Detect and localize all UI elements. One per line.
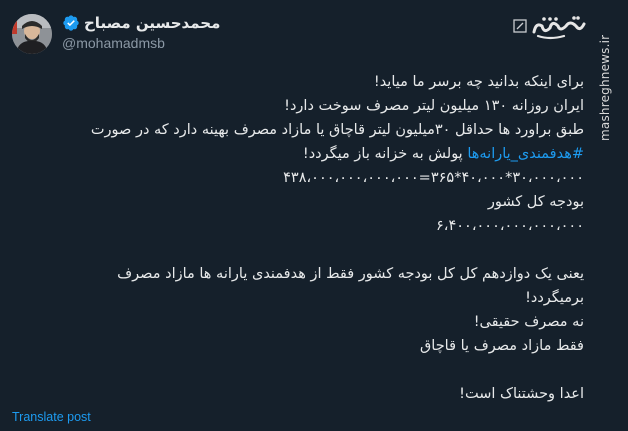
tweet-line: طبق براورد ها حداقل ۳۰میلیون لیتر قاچاق …: [90, 122, 584, 138]
tweet-line: برای اینکه بدانید چه برسر ما میاید!: [373, 74, 584, 90]
tweet-card: محمدحسین مصباح @mohamadmsb mashreghnews.…: [0, 0, 628, 431]
avatar[interactable]: [12, 14, 52, 54]
tweet-line: ۳۰،۰۰۰،۰۰۰*۴۰،۰۰۰*۳۶۵=۴۳۸،۰۰۰،۰۰۰،۰۰۰،۰۰…: [283, 170, 584, 186]
verified-badge-icon: [63, 15, 79, 31]
edit-icon: [513, 19, 527, 33]
author-handle[interactable]: @mohamadmsb: [62, 35, 165, 51]
tweet-line: بودجه کل کشور: [487, 194, 584, 210]
watermark-logo: [532, 16, 586, 40]
tweet-line: برمیگردد!: [525, 290, 584, 306]
tweet-line-rest: پولش به خزانه باز میگردد!: [302, 146, 468, 162]
tweet-line: فقط مازاد مصرف یا قاچاق: [420, 338, 584, 354]
tweet-line: یعنی یک دوازدهم کل کل بودجه کشور فقط از …: [117, 266, 584, 282]
tweet-line: ایران روزانه ۱۳۰ میلیون لیتر مصرف سوخت د…: [284, 98, 584, 114]
tweet-line: نه مصرف حقیقی!: [473, 314, 584, 330]
translate-post-link[interactable]: Translate post: [12, 410, 91, 424]
author-name-row[interactable]: محمدحسین مصباح: [62, 12, 220, 34]
watermark-side-text: mashreghnews.ir: [598, 34, 612, 142]
tweet-line: ۶،۴۰۰،۰۰۰،۰۰۰،۰۰۰،۰۰۰: [435, 218, 584, 234]
author-name[interactable]: محمدحسین مصباح: [84, 14, 220, 32]
tweet-text: برای اینکه بدانید چه برسر ما میاید! ایرا…: [24, 70, 584, 406]
tweet-line: اعدا وحشتناک است!: [459, 386, 584, 402]
tweet-line-with-hashtag: #هدفمندی_یارانه‌ها پولش به خزانه باز میگ…: [24, 142, 584, 166]
hashtag-link[interactable]: #هدفمندی_یارانه‌ها: [467, 146, 584, 162]
